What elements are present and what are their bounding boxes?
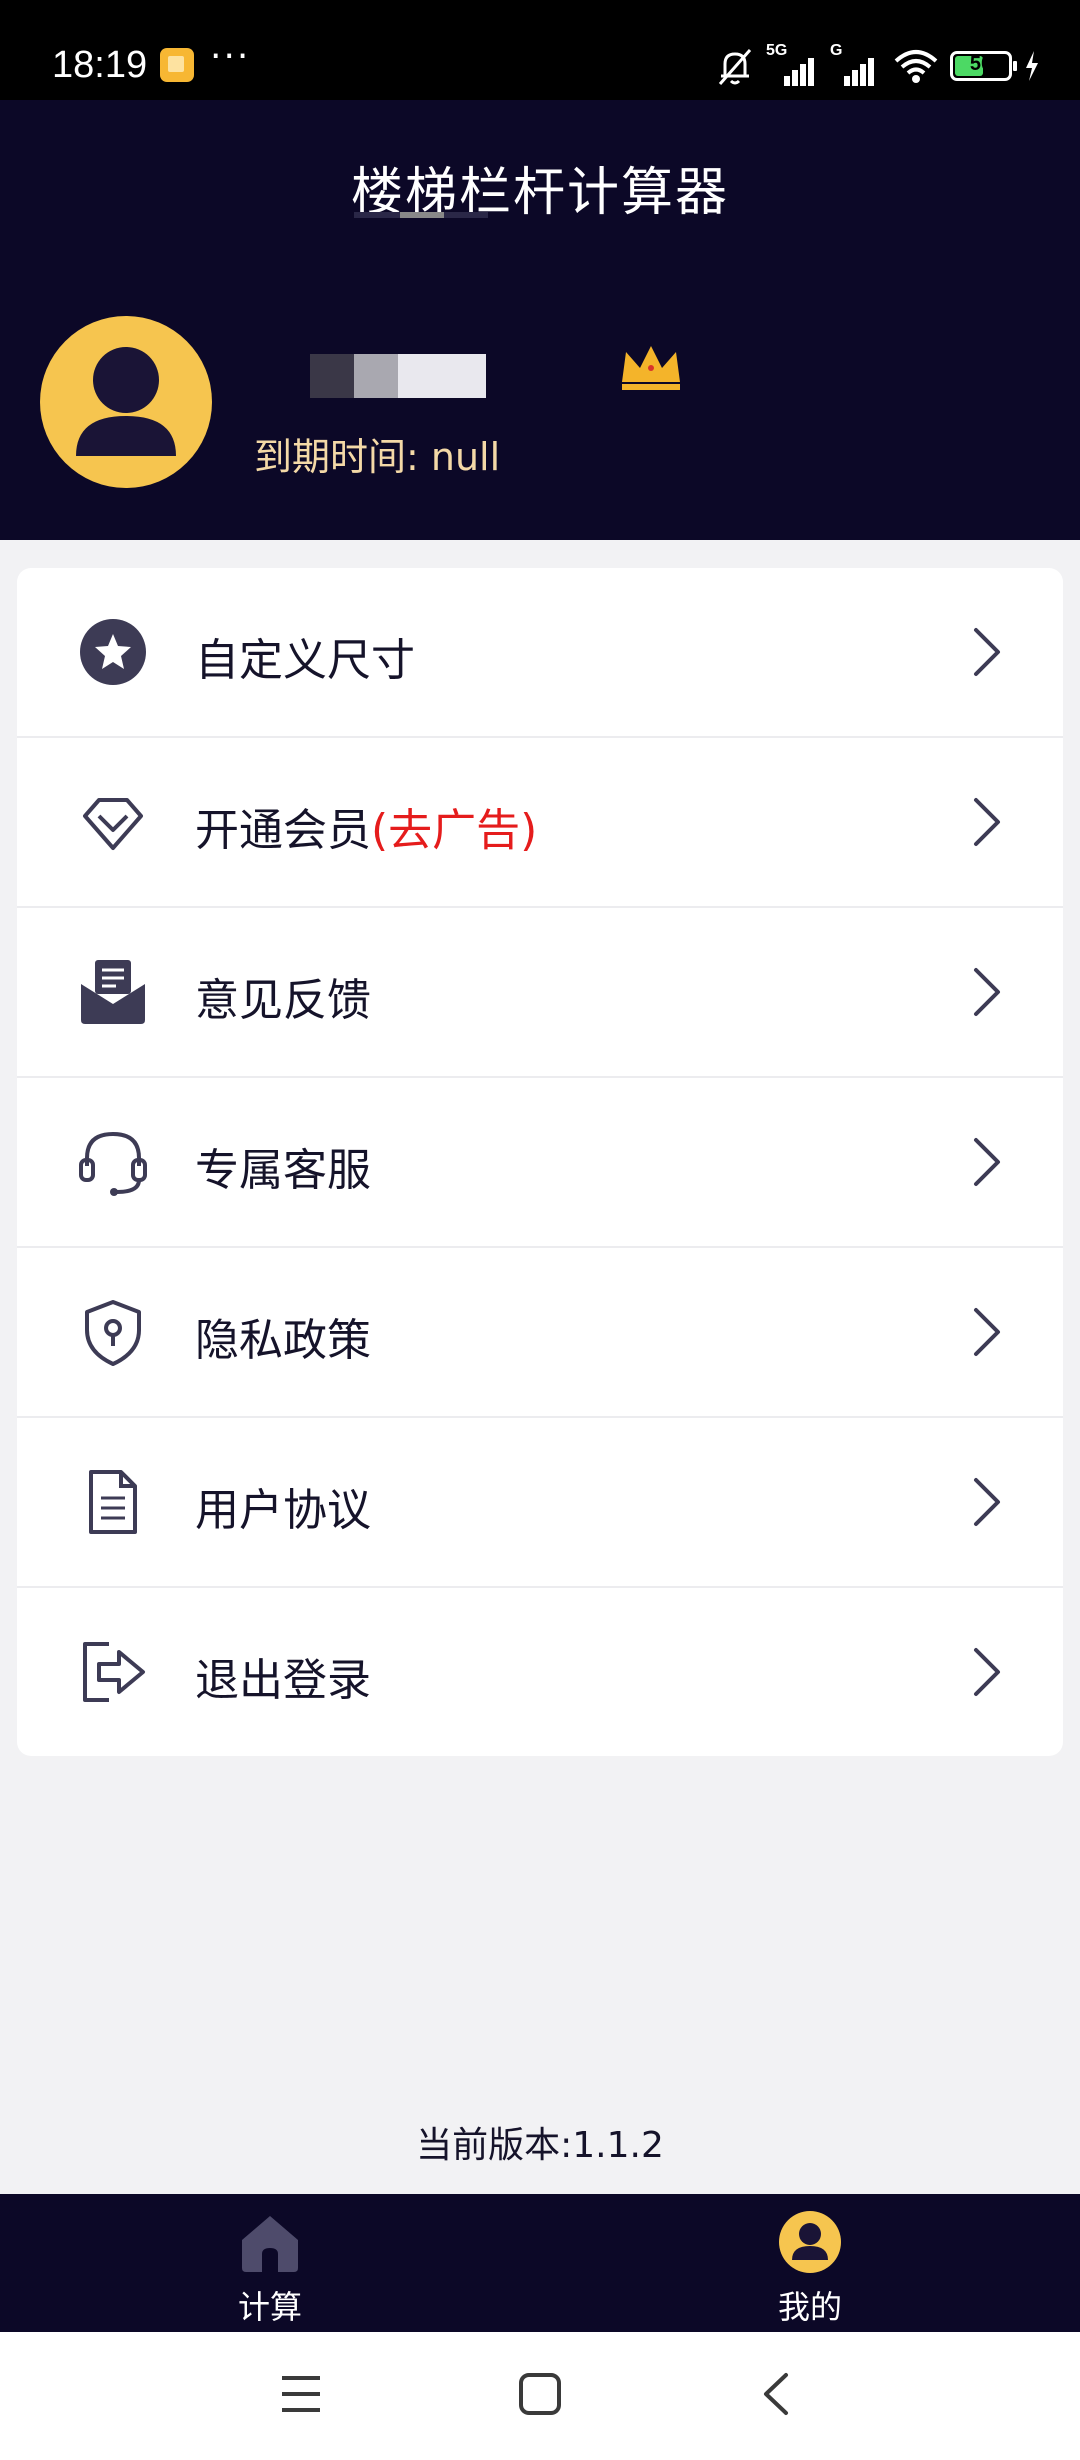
- menu-item-feedback[interactable]: 意见反馈: [17, 908, 1063, 1078]
- chevron-right-icon: [974, 1648, 1000, 1696]
- menu-item-label: 专属客服: [195, 1145, 371, 1196]
- charging-icon: [1026, 51, 1038, 81]
- chevron-right-icon: [974, 628, 1000, 676]
- username-redacted: [310, 354, 486, 398]
- app-version: 当前版本:1.1.2: [416, 2125, 664, 2166]
- star-badge-icon: [80, 619, 146, 685]
- bottom-tab-bar: 计算 我的: [0, 2194, 1080, 2332]
- battery-icon: 50: [950, 51, 1017, 81]
- recent-apps-icon[interactable]: [280, 2374, 322, 2414]
- menu-item-label: 开通会员(去广告): [195, 805, 538, 856]
- menu-item-user-agreement[interactable]: 用户协议: [17, 1418, 1063, 1588]
- settings-menu: 自定义尺寸 开通会员(去广告) 意见反馈 专属客服 隐私政策 用户协议 退出登录: [17, 568, 1063, 1756]
- tab-calculate[interactable]: 计算: [170, 2194, 370, 2332]
- menu-item-logout[interactable]: 退出登录: [17, 1588, 1063, 1756]
- avatar[interactable]: [40, 316, 212, 488]
- system-navigation-bar: [0, 2332, 1080, 2460]
- user-avatar-icon: [76, 347, 176, 456]
- menu-item-customer-service[interactable]: 专属客服: [17, 1078, 1063, 1248]
- chevron-right-icon: [974, 968, 1000, 1016]
- chevron-right-icon: [974, 1308, 1000, 1356]
- notification-app-icon: [160, 48, 194, 82]
- menu-item-label: 退出登录: [195, 1655, 371, 1706]
- status-time: 18:19: [52, 44, 148, 86]
- user-icon: [779, 2211, 841, 2273]
- vip-crown-icon: [622, 346, 680, 390]
- diamond-icon: [83, 798, 143, 850]
- profile-header: 楼梯栏杆计算器 到期时间: null: [0, 100, 1080, 540]
- tab-label: 计算: [237, 2288, 302, 2326]
- menu-item-label: 意见反馈: [195, 975, 371, 1026]
- shield-keyhole-icon: [85, 1300, 141, 1366]
- chevron-right-icon: [974, 798, 1000, 846]
- tab-mine[interactable]: 我的: [710, 2194, 910, 2332]
- home-button-icon[interactable]: [518, 2372, 562, 2416]
- mail-feedback-icon: [81, 960, 145, 1024]
- page-title: 楼梯栏杆计算器: [350, 163, 729, 223]
- chevron-right-icon: [974, 1138, 1000, 1186]
- menu-item-privacy-policy[interactable]: 隐私政策: [17, 1248, 1063, 1418]
- back-icon[interactable]: [760, 2372, 790, 2416]
- headset-icon: [79, 1131, 147, 1196]
- menu-item-membership[interactable]: 开通会员(去广告): [17, 738, 1063, 908]
- expire-time: 到期时间: null: [254, 435, 501, 479]
- remove-ads-note: (去广告): [371, 805, 538, 856]
- document-icon: [89, 1470, 137, 1534]
- status-overflow: ···: [210, 36, 251, 77]
- chevron-right-icon: [974, 1478, 1000, 1526]
- home-icon: [242, 2216, 298, 2272]
- title-indicator: [354, 212, 488, 218]
- logout-icon: [83, 1642, 145, 1702]
- signal-5g-icon: 5G: [766, 42, 818, 86]
- menu-item-custom-size[interactable]: 自定义尺寸: [17, 568, 1063, 738]
- tab-label: 我的: [777, 2288, 842, 2326]
- menu-item-label: 用户协议: [195, 1485, 371, 1536]
- signal-g-icon: G: [830, 42, 882, 86]
- menu-item-label: 隐私政策: [195, 1315, 371, 1366]
- status-bar: 18:19 ··· 5G G 50: [0, 0, 1080, 100]
- mute-bell-icon: [718, 49, 752, 85]
- wifi-icon: [894, 50, 938, 83]
- menu-item-label: 自定义尺寸: [195, 635, 415, 686]
